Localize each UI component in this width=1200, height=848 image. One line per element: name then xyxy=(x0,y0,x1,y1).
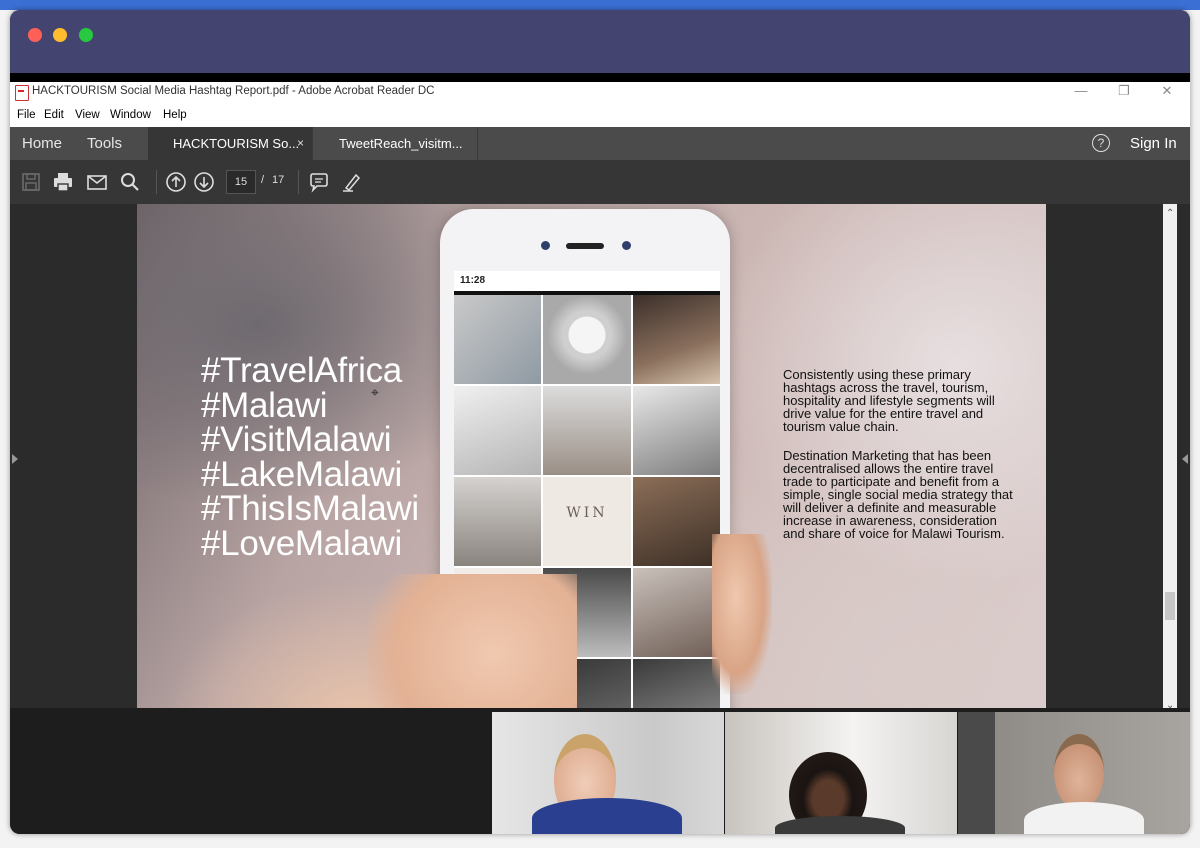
phone-status-bar: 11:28 xyxy=(454,271,720,291)
participant-body xyxy=(532,798,682,834)
menu-help[interactable]: Help xyxy=(163,109,187,121)
phone-camera xyxy=(541,241,550,250)
text-cursor-icon: ⌖ xyxy=(371,384,379,400)
paragraph-hashtag-strategy: Consistently using these primary hashtag… xyxy=(783,367,995,434)
hashtag: #TravelAfrica xyxy=(201,351,402,390)
meeting-titlebar xyxy=(10,10,1190,73)
left-panel-toggle-icon[interactable] xyxy=(12,454,18,464)
hashtag: #VisitMalawi xyxy=(201,420,392,459)
sign-in-button[interactable]: Sign In xyxy=(1130,135,1177,152)
hand-image xyxy=(367,574,577,716)
grid-photo xyxy=(454,295,542,384)
toolbar-separator xyxy=(156,170,157,194)
email-icon[interactable] xyxy=(85,170,109,194)
grid-photo xyxy=(543,295,631,384)
hashtag-list: #TravelAfrica #Malawi #VisitMalawi #Lake… xyxy=(201,351,419,563)
tab-label: HACKTOURISM So... xyxy=(173,136,300,151)
toolbar-separator xyxy=(298,170,299,194)
thumb-image xyxy=(712,534,772,694)
menu-file[interactable]: File xyxy=(17,109,36,121)
minimize-window-button[interactable] xyxy=(53,28,67,42)
grid-photo xyxy=(543,386,631,475)
comment-icon[interactable] xyxy=(307,170,331,194)
page-separator: / xyxy=(261,174,265,186)
grid-photo xyxy=(632,568,720,657)
share-border xyxy=(10,73,1190,82)
grid-photo: WIN xyxy=(543,477,631,566)
menu-window[interactable]: Window xyxy=(110,109,151,121)
tab-label: TweetReach_visitm... xyxy=(339,136,463,151)
grid-win-text: WIN xyxy=(566,505,608,521)
save-icon[interactable] xyxy=(19,170,43,194)
search-icon[interactable] xyxy=(118,170,142,194)
tab-hacktourism[interactable]: HACKTOURISM So... × xyxy=(148,127,312,160)
nav-home[interactable]: Home xyxy=(22,135,62,152)
nav-tools[interactable]: Tools xyxy=(87,135,122,152)
page-total: 17 xyxy=(272,174,285,186)
paragraph-destination-marketing: Destination Marketing that has been dece… xyxy=(783,448,1013,541)
meeting-window: HACKTOURISM Social Media Hashtag Report.… xyxy=(10,10,1190,834)
pen-icon[interactable] xyxy=(340,170,364,194)
close-icon[interactable]: ✕ xyxy=(1152,83,1182,99)
toolbar: 15 / 17 xyxy=(10,160,1190,204)
pdf-page: 11:28 WIN #TravelAfrica #Malawi #VisitMa… xyxy=(137,204,1046,716)
print-icon[interactable] xyxy=(51,170,75,194)
grid-photo xyxy=(632,295,720,384)
participant-video[interactable] xyxy=(958,712,1190,834)
fullscreen-window-button[interactable] xyxy=(79,28,93,42)
menu-view[interactable]: View xyxy=(75,109,100,121)
background-browser-topbar xyxy=(0,0,1200,10)
phone-speaker xyxy=(566,243,604,249)
document-area[interactable]: 11:28 WIN #TravelAfrica #Malawi #VisitMa… xyxy=(10,204,1190,716)
menu-edit[interactable]: Edit xyxy=(44,109,64,121)
hashtag: #LakeMalawi xyxy=(201,454,402,494)
minimize-icon[interactable]: — xyxy=(1066,83,1096,98)
acrobat-window: HACKTOURISM Social Media Hashtag Report.… xyxy=(10,82,1190,716)
tab-bar: Home Tools HACKTOURISM So... × TweetReac… xyxy=(10,127,1190,160)
page-number-input[interactable]: 15 xyxy=(226,170,256,194)
close-tab-icon[interactable]: × xyxy=(297,136,304,150)
page-down-icon[interactable] xyxy=(192,170,216,194)
hashtag: #Malawi xyxy=(201,385,328,425)
acrobat-titlebar: HACKTOURISM Social Media Hashtag Report.… xyxy=(10,82,1190,102)
menu-bar: File Edit View Window Help xyxy=(10,102,1190,127)
grid-photo xyxy=(632,477,720,566)
scroll-up-icon[interactable]: ⌃ xyxy=(1166,208,1174,219)
close-window-button[interactable] xyxy=(28,28,42,42)
page-up-icon[interactable] xyxy=(164,170,188,194)
vertical-scrollbar[interactable]: ⌃ ⌄ xyxy=(1163,204,1177,716)
help-icon[interactable]: ? xyxy=(1092,134,1110,152)
participant-video[interactable] xyxy=(725,712,957,834)
grid-photo xyxy=(632,386,720,475)
window-title: HACKTOURISM Social Media Hashtag Report.… xyxy=(32,85,435,97)
video-gallery xyxy=(10,708,1190,834)
hashtag: #LoveMalawi xyxy=(201,523,402,563)
participant-face xyxy=(1054,734,1104,810)
scrollbar-thumb[interactable] xyxy=(1165,592,1175,620)
participant-body xyxy=(775,816,905,834)
grid-photo xyxy=(454,386,542,475)
participant-video[interactable] xyxy=(492,712,724,834)
hashtag: #ThisIsMalawi xyxy=(201,489,419,528)
tab-tweetreach[interactable]: TweetReach_visitm... xyxy=(312,127,478,160)
phone-sensor xyxy=(622,241,631,250)
participant-body xyxy=(1024,802,1144,834)
background-browser-bottom xyxy=(0,834,1200,848)
phone-time: 11:28 xyxy=(460,275,486,286)
right-panel-toggle-icon[interactable] xyxy=(1182,454,1188,464)
restore-icon[interactable]: ❐ xyxy=(1109,83,1139,99)
grid-photo xyxy=(454,477,542,566)
pdf-file-icon xyxy=(15,85,29,101)
